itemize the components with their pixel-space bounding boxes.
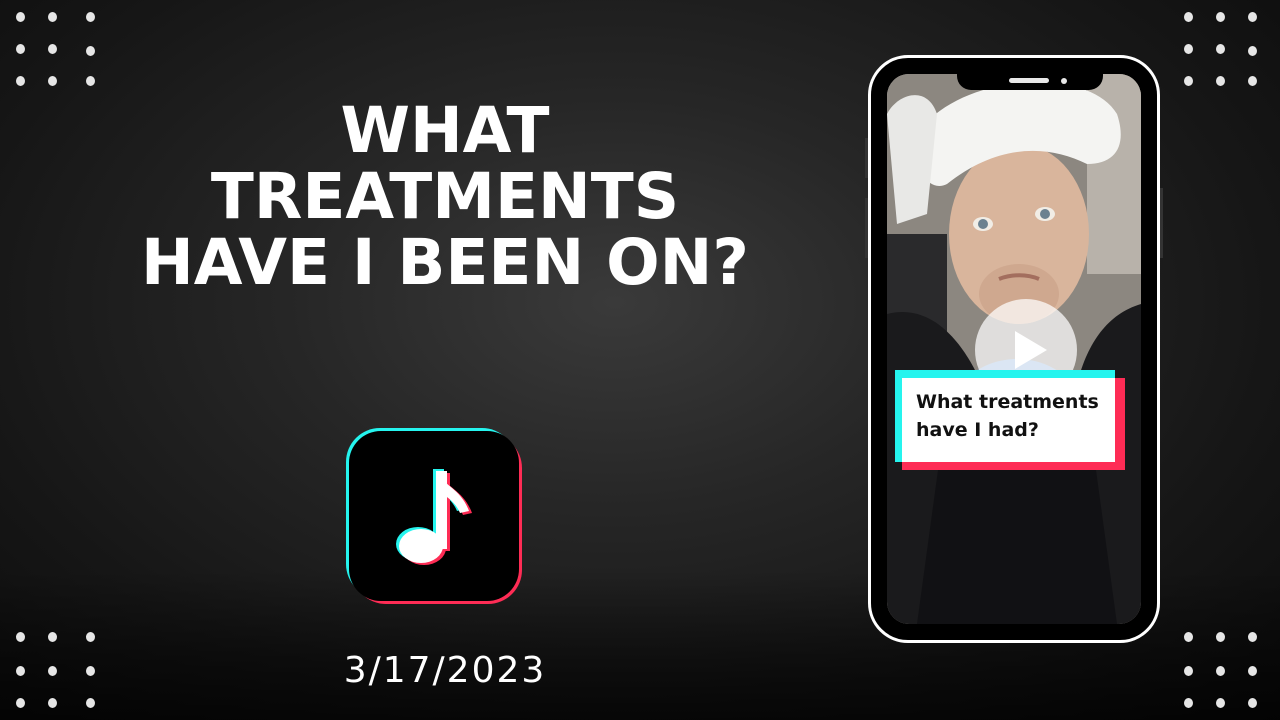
music-note-icon [396,469,472,565]
video-caption: What treatments have I had? [895,370,1125,470]
title-line-1: WHAT [340,94,550,167]
caption-line-2: have I had? [916,419,1039,441]
phone-side-button-right [1160,188,1163,258]
tiktok-logo [346,428,522,604]
phone-mockup: What treatments have I had? [865,55,1163,643]
post-date: 3/17/2023 [343,650,547,691]
front-camera [1061,78,1067,84]
page-title: WHAT TREATMENTS HAVE I BEEN ON? [100,98,790,296]
title-line-3: HAVE I BEEN ON? [141,226,749,299]
phone-notch [957,74,1103,90]
phone-side-button-left-2 [865,198,868,258]
phone-side-button-left [865,138,868,178]
caption-text-box: What treatments have I had? [902,378,1115,462]
video-thumbnail[interactable]: What treatments have I had? [887,74,1141,624]
caption-line-1: What treatments [916,391,1099,413]
title-line-2: TREATMENTS [210,160,680,233]
speaker-grille [1009,78,1049,83]
